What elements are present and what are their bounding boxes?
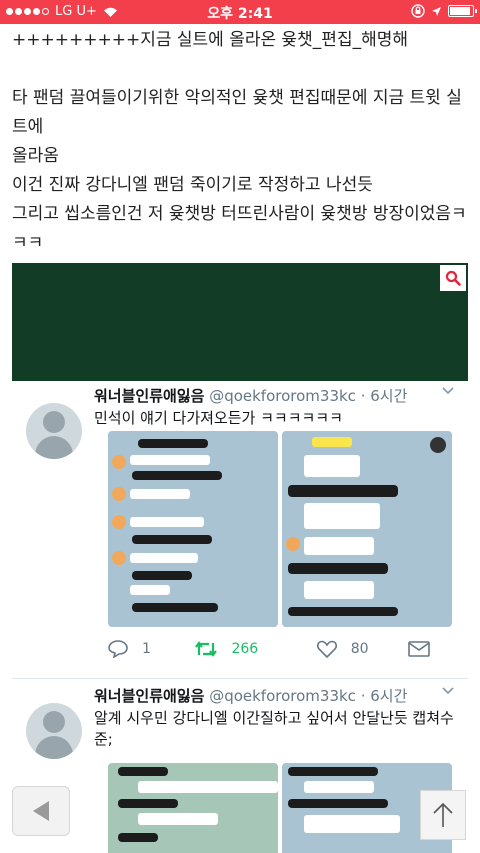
status-bar: LG U+ 오후 2:41 xyxy=(0,0,480,24)
article-line: 타 팬덤 끌여들이기위한 악의적인 윶챗 편집때문에 지금 트윗 실트에 xyxy=(12,88,462,137)
camera-icon xyxy=(430,437,446,453)
reply-icon xyxy=(108,640,128,658)
tweet-author-handle: @qoekfororom33kc xyxy=(209,387,356,405)
like-count: 80 xyxy=(350,641,369,657)
scroll-top-icon xyxy=(433,802,453,827)
location-icon xyxy=(432,6,441,16)
article-line: +++++++++지금 실트에 올라온 윶챗_편집_해명해 xyxy=(12,30,409,50)
tweet-media[interactable] xyxy=(108,763,452,853)
embed-header-band xyxy=(12,263,468,381)
article-line: 그리고 씹소름인건 저 윶챗방 터뜨린사람이 윶챗방 방장이었음ㅋㅋㅋ xyxy=(12,204,467,253)
article-line: 이건 진짜 강다니엘 팬덤 죽이기로 작정하고 나선듯 xyxy=(12,175,373,195)
retweet-button[interactable]: 266 xyxy=(195,641,316,657)
tweet-card[interactable]: 워너블인류애잃음 @qoekfororom33kc · 6시간 알계 시우민 강… xyxy=(12,681,468,853)
article-body: +++++++++지금 실트에 올라온 윶챗_편집_해명해 타 팬덤 끌여들이기… xyxy=(12,26,472,287)
reply-count: 1 xyxy=(142,641,151,657)
scroll-top-button[interactable] xyxy=(420,790,466,840)
tweet-header: 워너블인류애잃음 @qoekfororom33kc · 6시간 xyxy=(94,685,407,706)
image-search-button[interactable] xyxy=(440,265,466,291)
tweet-time: · 6시간 xyxy=(360,387,408,405)
chat-screenshot xyxy=(282,431,452,627)
chat-screenshot xyxy=(108,763,278,853)
status-time: 오후 2:41 xyxy=(207,6,273,22)
dm-button[interactable] xyxy=(408,641,438,657)
battery-icon xyxy=(448,5,477,17)
retweet-count: 266 xyxy=(231,641,259,657)
tweet-media[interactable] xyxy=(108,431,452,627)
tweet-time: · 6시간 xyxy=(360,687,408,705)
like-icon xyxy=(316,640,337,658)
reply-button[interactable]: 1 xyxy=(108,640,195,658)
tweet-actions: 1 266 80 xyxy=(108,640,438,658)
article-line: 올라옴 xyxy=(12,146,59,166)
tweet-card[interactable]: 워너블인류애잃음 @qoekfororom33kc · 6시간 민석이 얘기 다… xyxy=(12,381,468,679)
rotation-lock-icon xyxy=(411,4,425,18)
retweet-icon xyxy=(195,641,218,657)
chevron-down-icon[interactable] xyxy=(442,387,454,395)
tweet-author-name: 워너블인류애잃음 xyxy=(94,687,205,705)
tweet-author-name: 워너블인류애잃음 xyxy=(94,387,205,405)
tweet-list: 워너블인류애잃음 @qoekfororom33kc · 6시간 민석이 얘기 다… xyxy=(12,381,468,853)
avatar xyxy=(26,403,82,459)
embedded-image[interactable]: 워너블인류애잃음 @qoekfororom33kc · 6시간 민석이 얘기 다… xyxy=(12,263,468,853)
status-right xyxy=(411,4,477,18)
tweet-header: 워너블인류애잃음 @qoekfororom33kc · 6시간 xyxy=(94,385,407,406)
tweet-text: 민석이 얘기 다가져오든가 ㅋㅋㅋㅋㅋㅋ xyxy=(94,409,343,427)
back-button[interactable] xyxy=(12,786,70,836)
avatar xyxy=(26,703,82,759)
tweet-text: 알계 시우민 강다니엘 이간질하고 싶어서 안달난듯 캡쳐수준; xyxy=(94,709,454,748)
chevron-down-icon[interactable] xyxy=(442,687,454,695)
tweet-author-handle: @qoekfororom33kc xyxy=(209,687,356,705)
search-icon xyxy=(445,270,461,286)
like-button[interactable]: 80 xyxy=(316,640,408,658)
chat-screenshot xyxy=(108,431,278,627)
dm-icon xyxy=(408,641,430,657)
back-arrow-icon xyxy=(33,801,49,821)
